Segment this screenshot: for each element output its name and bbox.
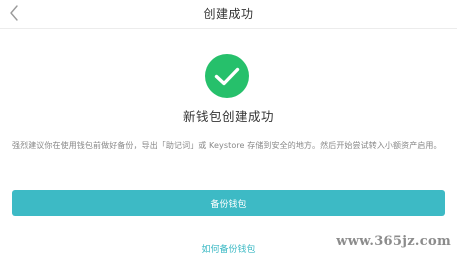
navigation-bar: 创建成功 [0,0,457,29]
backup-advice-text: 强烈建议你在使用钱包前做好备份，导出「助记词」或 Keystore 存储到安全的… [12,141,442,150]
app-screen: 创建成功 新钱包创建成功 强烈建议你在使用钱包前做好备份，导出「助记词」或 Ke… [0,0,457,260]
backup-wallet-button[interactable]: 备份钱包 [12,190,445,216]
site-watermark: www.365jz.com [336,234,451,249]
page-title: 创建成功 [203,7,254,21]
success-title: 新钱包创建成功 [182,109,274,124]
check-circle-icon [205,54,249,98]
